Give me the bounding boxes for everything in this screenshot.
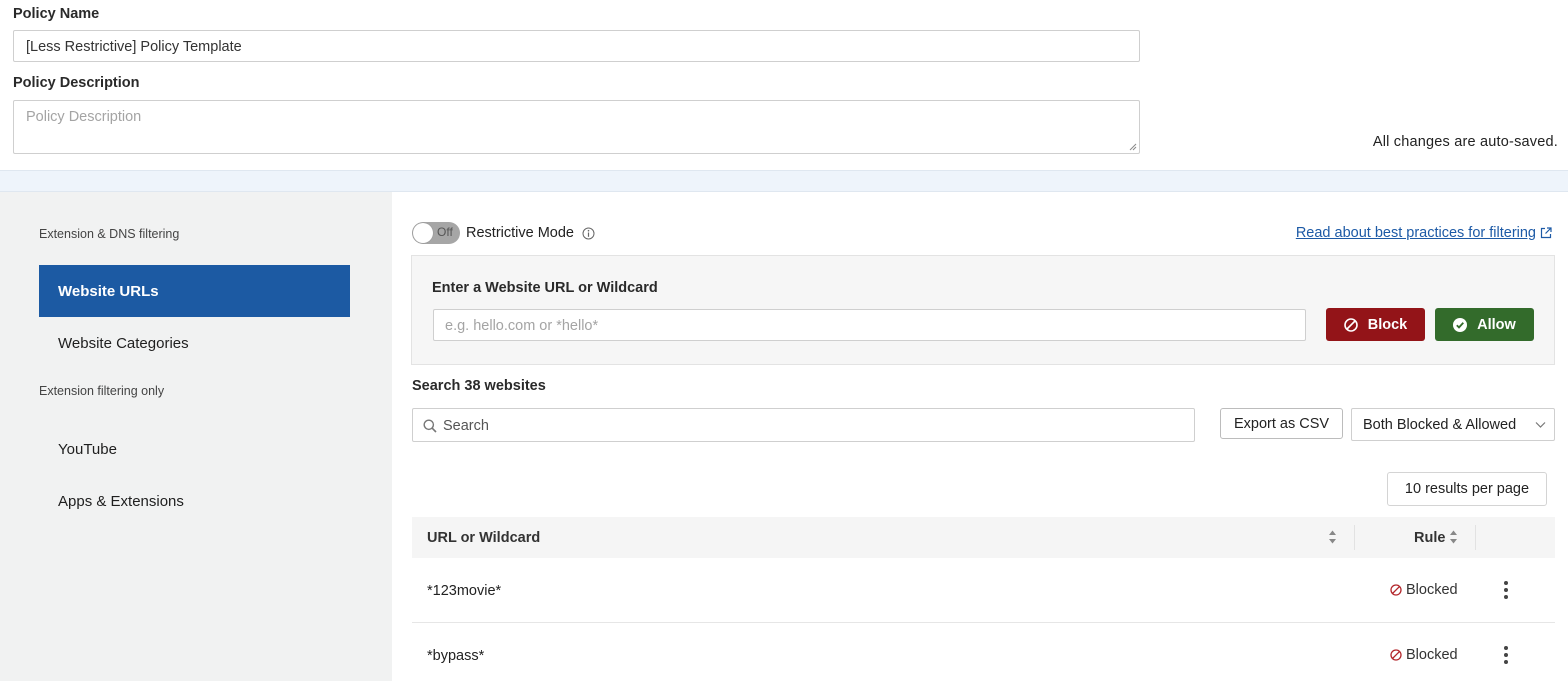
url-entry-panel: Enter a Website URL or Wildcard e.g. hel…	[411, 255, 1555, 365]
column-divider	[1475, 525, 1476, 550]
policy-name-label: Policy Name	[13, 6, 100, 22]
info-icon[interactable]	[582, 227, 595, 240]
block-button[interactable]: Block	[1326, 308, 1425, 341]
toggle-knob	[413, 223, 433, 243]
sidebar-item-apps-extensions[interactable]: Apps & Extensions	[58, 493, 184, 510]
row-rule: Blocked	[1406, 647, 1458, 663]
restrictive-mode-toggle[interactable]: Off	[412, 222, 460, 244]
external-link-icon[interactable]	[1540, 227, 1552, 239]
sidebar-item-label: Website URLs	[58, 283, 159, 300]
row-rule: Blocked	[1406, 582, 1458, 598]
row-url: *bypass*	[427, 648, 485, 664]
sidebar-item-youtube[interactable]: YouTube	[58, 441, 117, 458]
export-csv-button[interactable]: Export as CSV	[1220, 408, 1343, 439]
sidebar: Extension & DNS filtering Website URLs W…	[0, 192, 392, 681]
table-row[interactable]: *123movie* Blocked	[412, 558, 1555, 623]
policy-description-textarea[interactable]: Policy Description	[13, 100, 1140, 154]
search-input[interactable]: Search	[412, 408, 1195, 442]
export-csv-label: Export as CSV	[1233, 415, 1330, 432]
restrictive-mode-label: Restrictive Mode	[466, 225, 574, 241]
results-per-page-label: 10 results per page	[1404, 481, 1530, 497]
policy-description-placeholder: Policy Description	[26, 109, 142, 125]
table-row[interactable]: *bypass* Blocked	[412, 623, 1555, 681]
sidebar-item-website-categories[interactable]: Website Categories	[58, 335, 189, 352]
policy-description-label: Policy Description	[13, 75, 140, 91]
section-divider-band	[0, 170, 1568, 192]
url-entry-placeholder: e.g. hello.com or *hello*	[445, 318, 599, 334]
block-button-label: Block	[1367, 316, 1408, 333]
rule-filter-value: Both Blocked & Allowed	[1363, 417, 1517, 433]
sidebar-section-extension-dns: Extension & DNS filtering	[39, 227, 180, 241]
search-placeholder: Search	[443, 418, 489, 434]
allow-button-label: Allow	[1477, 316, 1516, 333]
more-options-icon[interactable]	[1502, 645, 1510, 665]
blocked-icon	[1390, 649, 1402, 661]
rule-filter-select[interactable]: Both Blocked & Allowed	[1351, 408, 1555, 441]
blocked-icon	[1390, 584, 1402, 596]
url-entry-input[interactable]: e.g. hello.com or *hello*	[433, 309, 1306, 341]
resize-handle-icon[interactable]	[1129, 143, 1137, 151]
column-header-url[interactable]: URL or Wildcard	[427, 530, 540, 546]
sidebar-item-website-urls[interactable]: Website URLs	[39, 265, 350, 317]
table-header: URL or Wildcard Rule	[412, 517, 1555, 558]
url-entry-label: Enter a Website URL or Wildcard	[432, 280, 658, 296]
search-websites-title: Search 38 websites	[412, 378, 546, 394]
sidebar-section-extension-only: Extension filtering only	[39, 384, 165, 398]
best-practices-link[interactable]: Read about best practices for filtering	[1296, 225, 1536, 241]
sort-icon[interactable]	[1449, 529, 1458, 545]
allow-button[interactable]: Allow	[1435, 308, 1534, 341]
results-per-page-select[interactable]: 10 results per page	[1387, 472, 1547, 506]
policy-name-value: [Less Restrictive] Policy Template	[26, 39, 242, 55]
column-divider	[1354, 525, 1355, 550]
chevron-down-icon	[1535, 422, 1546, 428]
check-circle-icon	[1453, 317, 1468, 332]
row-url: *123movie*	[427, 583, 502, 599]
policy-name-input[interactable]: [Less Restrictive] Policy Template	[13, 30, 1140, 62]
block-icon	[1343, 317, 1358, 332]
search-icon	[423, 419, 437, 433]
sort-icon[interactable]	[1328, 529, 1337, 545]
autosave-status: All changes are auto-saved.	[1372, 134, 1558, 150]
column-header-rule[interactable]: Rule	[1414, 530, 1445, 546]
more-options-icon[interactable]	[1502, 580, 1510, 600]
toggle-state-label: Off	[437, 225, 453, 239]
